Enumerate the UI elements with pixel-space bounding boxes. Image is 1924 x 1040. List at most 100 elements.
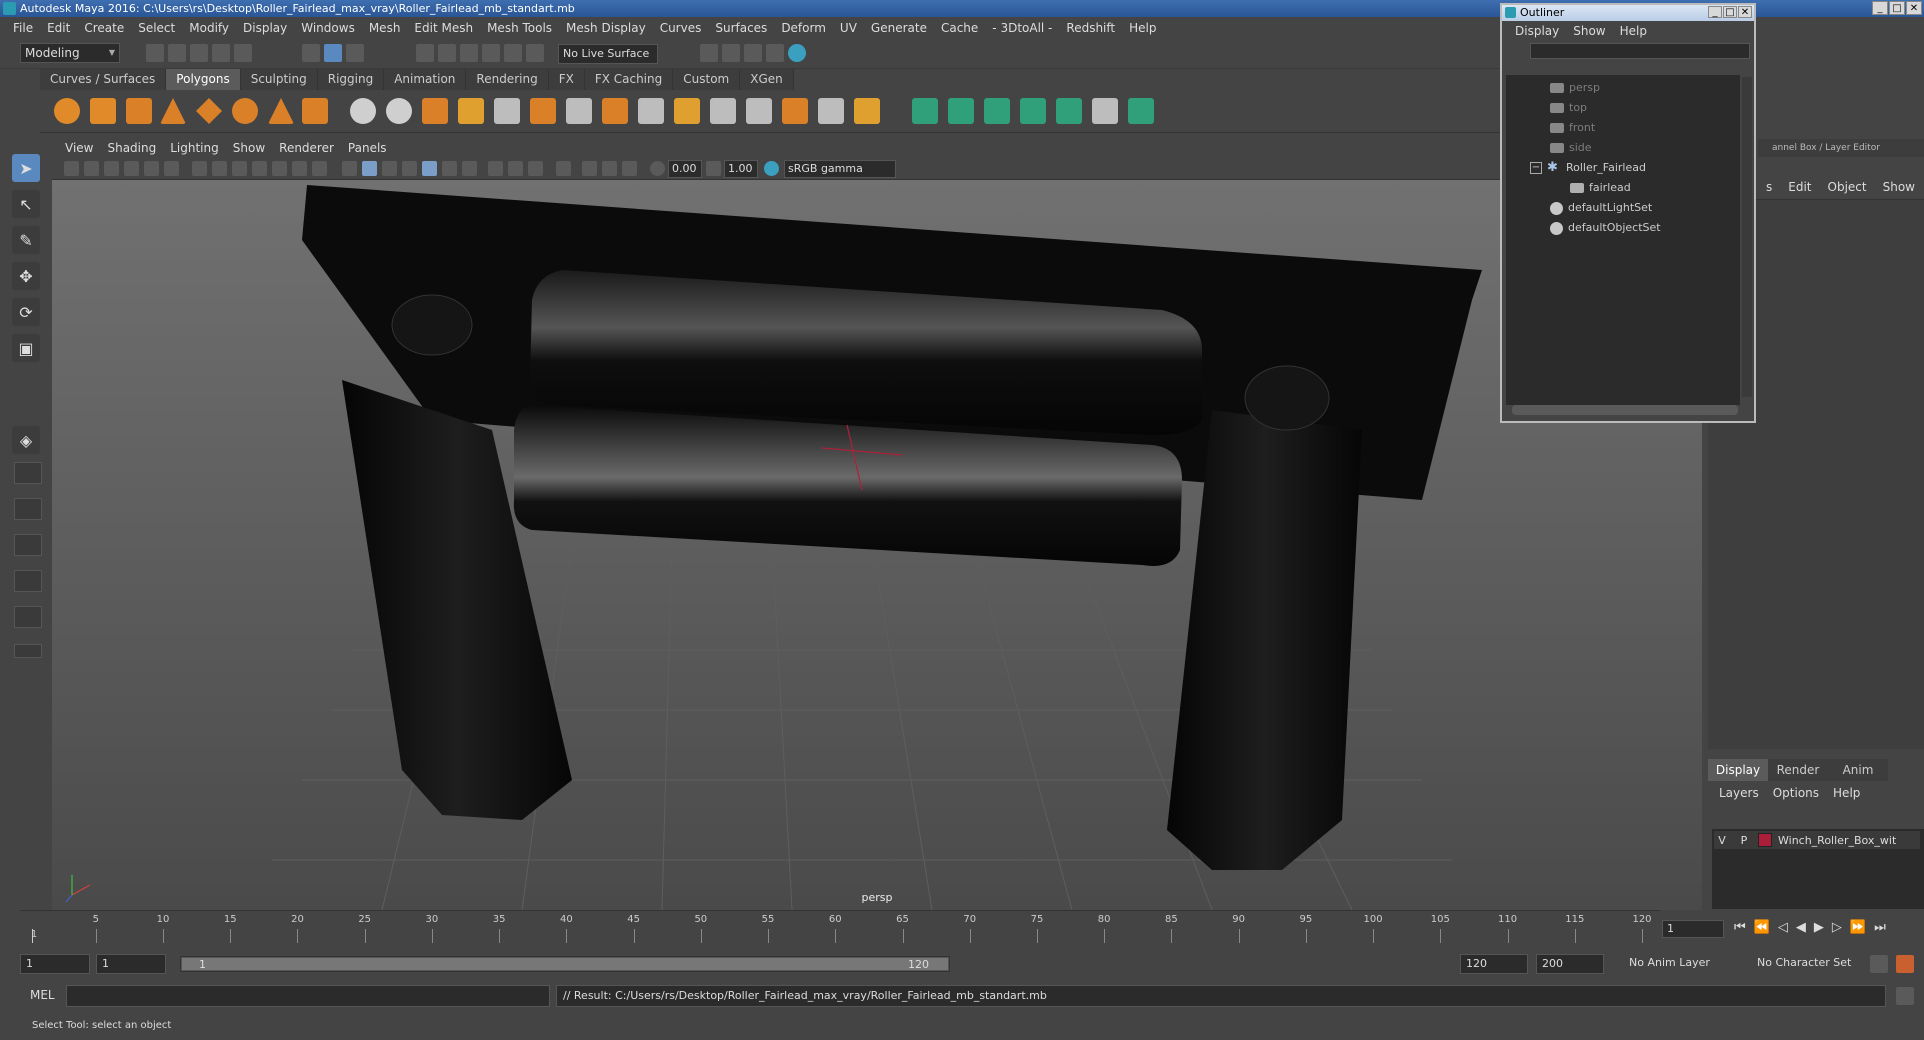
outliner-item-fairlead[interactable]: fairlead: [1570, 179, 1631, 197]
shelf-tab-xgen[interactable]: XGen: [740, 69, 794, 90]
render-settings-icon[interactable]: [766, 44, 784, 62]
render-frame-icon[interactable]: [722, 44, 740, 62]
anim-layer-dropdown[interactable]: No Anim Layer: [1624, 954, 1742, 974]
four-view-layout-icon[interactable]: [14, 462, 42, 484]
go-to-start-icon[interactable]: ⏮: [1734, 920, 1746, 935]
mirror-icon[interactable]: [782, 98, 808, 124]
menu-edit[interactable]: Edit: [40, 21, 77, 35]
snap-center-icon[interactable]: [526, 44, 544, 62]
poly-plane-icon[interactable]: [196, 98, 222, 124]
snap-surface-icon[interactable]: [504, 44, 522, 62]
ambient-occlusion-icon[interactable]: [462, 161, 477, 176]
outliner-item-default-object-set[interactable]: defaultObjectSet: [1550, 219, 1661, 237]
layer-tab-render[interactable]: Render: [1768, 759, 1828, 781]
snap-curve-icon[interactable]: [438, 44, 456, 62]
select-component-icon[interactable]: [346, 44, 364, 62]
exposure-field[interactable]: 0.00: [668, 160, 702, 178]
poly-cylinder-icon[interactable]: [126, 98, 152, 124]
menu-edit-mesh[interactable]: Edit Mesh: [407, 21, 480, 35]
exposure-icon[interactable]: [650, 161, 665, 176]
time-slider[interactable]: 1 5 10 15 20 25 30 35 40 45 50 55 60 65 70 75 80 85 90 95 1…: [20, 910, 1660, 944]
menu-uv[interactable]: UV: [833, 21, 864, 35]
viewport-menu-panels[interactable]: Panels: [341, 141, 394, 155]
live-surface-field[interactable]: No Live Surface: [558, 44, 658, 64]
poly-sphere-icon[interactable]: [54, 98, 80, 124]
outliner-maximize-button[interactable]: □: [1723, 6, 1737, 18]
wireframe-icon[interactable]: [342, 161, 357, 176]
menu-select[interactable]: Select: [131, 21, 182, 35]
render-view-icon[interactable]: [700, 44, 718, 62]
playback-end-field[interactable]: 120: [1460, 954, 1528, 974]
step-forward-key-icon[interactable]: ▷: [1832, 920, 1842, 935]
new-scene-icon[interactable]: [146, 44, 164, 62]
shelf-tab-custom[interactable]: Custom: [673, 69, 741, 90]
layout-options-icon[interactable]: [14, 644, 42, 658]
perspective-viewport[interactable]: persp: [52, 180, 1702, 910]
poly-pyramid-icon[interactable]: [268, 98, 294, 124]
motion-blur-icon[interactable]: [488, 161, 503, 176]
film-gate-icon[interactable]: [212, 161, 227, 176]
undo-icon[interactable]: [212, 44, 230, 62]
camera-attributes-icon[interactable]: [84, 161, 99, 176]
separate-icon[interactable]: [386, 98, 412, 124]
depth-of-field-icon[interactable]: [528, 161, 543, 176]
safe-action-icon[interactable]: [292, 161, 307, 176]
safe-title-icon[interactable]: [312, 161, 327, 176]
smooth-icon[interactable]: [422, 98, 448, 124]
script-language-toggle[interactable]: MEL: [30, 988, 55, 1002]
poly-cube-icon[interactable]: [90, 98, 116, 124]
script-editor-icon[interactable]: [1896, 987, 1914, 1005]
layer-color-swatch[interactable]: [1758, 833, 1772, 847]
go-to-end-icon[interactable]: ⏭: [1874, 920, 1886, 935]
smooth-shade-icon[interactable]: [362, 161, 377, 176]
poly-pipe-icon[interactable]: [302, 98, 328, 124]
wireframe-on-shaded-icon[interactable]: [382, 161, 397, 176]
step-back-key-icon[interactable]: ◁: [1778, 920, 1788, 935]
target-weld-icon[interactable]: [710, 98, 736, 124]
merge-icon[interactable]: [746, 98, 772, 124]
menu-file[interactable]: File: [6, 21, 40, 35]
insert-edge-loop-icon[interactable]: [602, 98, 628, 124]
open-scene-icon[interactable]: [168, 44, 186, 62]
viewport-menu-view[interactable]: View: [58, 141, 100, 155]
move-tool-icon[interactable]: ✥: [12, 262, 40, 290]
close-button[interactable]: ✕: [1906, 1, 1922, 15]
multi-cut-icon[interactable]: [566, 98, 592, 124]
menu-cache[interactable]: Cache: [934, 21, 985, 35]
playback-start-field[interactable]: 1: [96, 954, 166, 974]
quad-draw-icon[interactable]: [674, 98, 700, 124]
play-forwards-icon[interactable]: ▶: [1814, 920, 1824, 935]
shelf-tab-animation[interactable]: Animation: [384, 69, 467, 90]
gamma-field[interactable]: 1.00: [724, 160, 758, 178]
outliner-vertical-scrollbar[interactable]: [1742, 77, 1752, 397]
redo-icon[interactable]: [234, 44, 252, 62]
minimize-button[interactable]: _: [1872, 1, 1888, 15]
snap-point-icon[interactable]: [460, 44, 478, 62]
layer-tab-anim[interactable]: Anim: [1828, 759, 1888, 781]
shelf-tab-curves-surfaces[interactable]: Curves / Surfaces: [40, 69, 167, 90]
boolean-icon[interactable]: [854, 98, 880, 124]
combine-icon[interactable]: [350, 98, 376, 124]
checker-uv-icon[interactable]: [1092, 98, 1118, 124]
view-transform-dropdown[interactable]: sRGB gamma: [784, 160, 896, 178]
select-hierarchy-icon[interactable]: [302, 44, 320, 62]
automatic-uv-icon[interactable]: [1020, 98, 1046, 124]
uv-editor-icon[interactable]: [1056, 98, 1082, 124]
outliner-item-side[interactable]: side: [1550, 139, 1592, 157]
xray-joints-icon[interactable]: [602, 161, 617, 176]
paint-select-tool-icon[interactable]: ✎: [12, 226, 40, 254]
shelf-tab-rendering[interactable]: Rendering: [466, 69, 549, 90]
viewport-menu-show[interactable]: Show: [226, 141, 272, 155]
select-object-icon[interactable]: [324, 44, 342, 62]
outliner-item-front[interactable]: front: [1550, 119, 1595, 137]
outliner-item-roller-fairlead[interactable]: − ✱ Roller_Fairlead: [1530, 159, 1646, 177]
menu-deform[interactable]: Deform: [774, 21, 833, 35]
menu-surfaces[interactable]: Surfaces: [708, 21, 774, 35]
outliner-menu-show[interactable]: Show: [1566, 24, 1612, 38]
layer-menu-options[interactable]: Options: [1766, 786, 1826, 800]
persp-outliner-layout-icon[interactable]: [14, 498, 42, 520]
menu-3dtoall[interactable]: - 3DtoAll -: [985, 21, 1059, 35]
viewport-menu-renderer[interactable]: Renderer: [272, 141, 341, 155]
shelf-tab-polygons[interactable]: Polygons: [166, 69, 241, 90]
single-perspective-layout-icon[interactable]: ◈: [12, 426, 40, 454]
